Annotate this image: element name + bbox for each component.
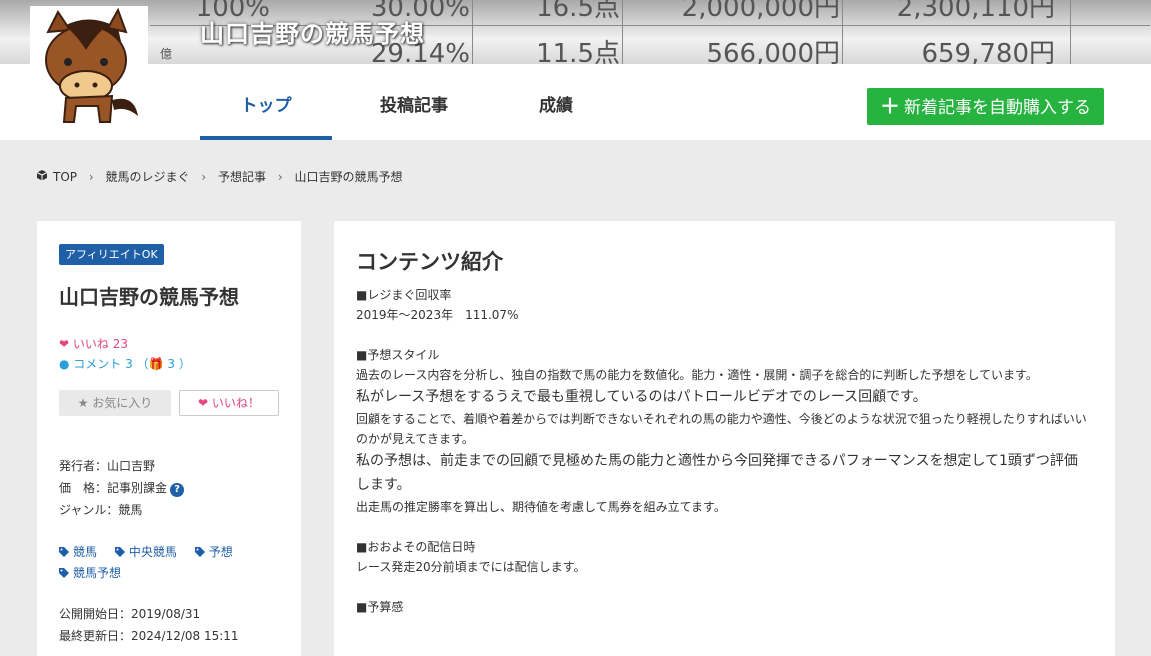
breadcrumb: TOP › 競馬のレジまぐ › 予想記事 › 山口吉野の競馬予想 bbox=[36, 168, 402, 185]
start-date: 公開開始日：2019/08/31 bbox=[59, 607, 201, 621]
tag-icon bbox=[59, 547, 69, 557]
banner-divider bbox=[842, 0, 843, 64]
banner-cell: 659,780円 bbox=[921, 39, 1055, 64]
auto-purchase-label: 新着記事を自動購入する bbox=[904, 98, 1091, 118]
tag[interactable]: 競馬 bbox=[59, 543, 97, 560]
tab-top[interactable]: トップ bbox=[200, 64, 332, 140]
banner-cell: 2,300,110円 bbox=[896, 0, 1055, 23]
favorite-label: お気に入り bbox=[92, 396, 153, 410]
likes-count[interactable]: ❤ いいね 23 bbox=[59, 335, 128, 352]
breadcrumb-articles[interactable]: 予想記事 bbox=[218, 168, 266, 185]
banner-cell: 566,000円 bbox=[706, 39, 840, 64]
paragraph: 私の予想は、前走までの回顧で見極めた馬の能力と適性から今回発揮できるパフォーマン… bbox=[356, 453, 1078, 493]
auto-purchase-button[interactable]: ＋新着記事を自動購入する bbox=[867, 88, 1104, 125]
paragraph: 過去のレース内容を分析し、独自の指数で馬の能力を数値化。能力・適性・展開・調子を… bbox=[356, 368, 1038, 382]
breadcrumb-top[interactable]: TOP bbox=[53, 170, 77, 184]
tab-results[interactable]: 成績 bbox=[492, 64, 620, 140]
star-icon: ★ bbox=[77, 396, 93, 410]
updated-date: 最終更新日：2024/12/08 15:11 bbox=[59, 629, 239, 643]
breadcrumb-regimag[interactable]: 競馬のレジまぐ bbox=[105, 168, 189, 185]
header-banner: 100% 30.00% 16.5点 2,000,000円 2,300,110円 … bbox=[0, 0, 1151, 64]
site-title: 山口吉野の競馬予想 bbox=[200, 20, 425, 48]
banner-divider bbox=[622, 0, 623, 64]
affiliate-badge: アフィリエイトOK bbox=[59, 244, 164, 265]
section-heading: ■予想スタイル bbox=[356, 348, 440, 362]
content-heading: コンテンツ紹介 bbox=[356, 250, 503, 274]
banner-cell: 11.5点 bbox=[536, 39, 620, 64]
sidebar-title: 山口吉野の競馬予想 bbox=[59, 285, 239, 309]
banner-cell: 16.5点 bbox=[536, 0, 620, 23]
cube-icon bbox=[36, 170, 48, 181]
paragraph: レース発走20分前頃までには配信します。 bbox=[356, 560, 586, 574]
paragraph: 回顧をすることで、着順や着差からでは判断できないそれぞれの馬の能力や適性、今後ど… bbox=[356, 412, 1087, 446]
tag-list: 競馬予想 bbox=[59, 564, 135, 581]
tag-label: 競馬 bbox=[73, 545, 98, 559]
comments-count[interactable]: ● コメント 3 （🎁 3 ） bbox=[59, 355, 191, 372]
favorite-button[interactable]: ★ お気に入り bbox=[59, 390, 171, 416]
publisher: 発行者：山口吉野 bbox=[59, 459, 156, 473]
chevron-right-icon: › bbox=[277, 169, 283, 184]
sidebar: アフィリエイトOK 山口吉野の競馬予想 ❤ いいね 23 ● コメント 3 （🎁… bbox=[37, 221, 301, 656]
like-label: いいね！ bbox=[211, 396, 260, 410]
speech-bubble-icon: ● bbox=[59, 357, 74, 371]
tag-list: 競馬 中央競馬 予想 bbox=[59, 543, 247, 560]
price-label: 価 格：記事別課金 bbox=[59, 481, 168, 495]
breadcrumb-current: 山口吉野の競馬予想 bbox=[294, 170, 403, 184]
content-body: ■レジまぐ回収率 2019年～2023年 111.07% ■予想スタイル 過去の… bbox=[356, 285, 1091, 617]
heart-icon: ❤ bbox=[59, 337, 73, 351]
section-heading: ■レジまぐ回収率 bbox=[356, 288, 452, 302]
tab-posts[interactable]: 投稿記事 bbox=[350, 64, 478, 140]
tag-label: 予想 bbox=[208, 545, 233, 559]
paragraph: 出走馬の推定勝率を算出し、期待値を考慮して馬券を組み立てます。 bbox=[356, 500, 726, 514]
section-heading: ■予算感 bbox=[356, 600, 404, 614]
tag-label: 中央競馬 bbox=[128, 545, 177, 559]
paragraph: 私がレース予想をするうえで最も重視しているのはパトロールビデオでのレース回顧です… bbox=[356, 389, 927, 405]
chevron-right-icon: › bbox=[88, 169, 94, 184]
price: 価 格：記事別課金? bbox=[59, 479, 185, 497]
banner-cell: 億 bbox=[159, 47, 172, 61]
navbar: トップ 投稿記事 成績 ＋新着記事を自動購入する bbox=[0, 64, 1151, 140]
tag-icon bbox=[194, 547, 205, 557]
tag[interactable]: 中央競馬 bbox=[114, 543, 177, 560]
heart-icon: ❤ bbox=[198, 396, 212, 410]
banner-divider bbox=[472, 0, 473, 64]
content-panel: コンテンツ紹介 ■レジまぐ回収率 2019年～2023年 111.07% ■予想… bbox=[334, 221, 1115, 656]
chevron-right-icon: › bbox=[201, 169, 207, 184]
horse-logo-icon[interactable] bbox=[30, 6, 148, 124]
likes-label: いいね 23 bbox=[72, 337, 128, 351]
paragraph: 2019年～2023年 111.07% bbox=[356, 308, 519, 322]
gift-icon: 🎁 bbox=[148, 357, 164, 371]
banner-divider bbox=[1070, 0, 1071, 64]
tag-label: 競馬予想 bbox=[73, 566, 122, 580]
genre: ジャンル：競馬 bbox=[59, 503, 143, 517]
active-tab-indicator bbox=[200, 136, 332, 140]
gift-count: 3 bbox=[167, 357, 175, 371]
like-button[interactable]: ❤ いいね！ bbox=[179, 390, 279, 416]
banner-cell: 2,000,000円 bbox=[681, 0, 840, 23]
tag[interactable]: 競馬予想 bbox=[59, 564, 121, 581]
section-heading: ■おおよその配信日時 bbox=[356, 540, 476, 554]
comments-label: コメント 3 bbox=[73, 357, 133, 371]
tag-icon bbox=[59, 568, 69, 578]
plus-icon: ＋ bbox=[880, 94, 900, 118]
help-icon[interactable]: ? bbox=[170, 483, 185, 497]
tag[interactable]: 予想 bbox=[194, 543, 233, 560]
tag-icon bbox=[114, 547, 125, 557]
